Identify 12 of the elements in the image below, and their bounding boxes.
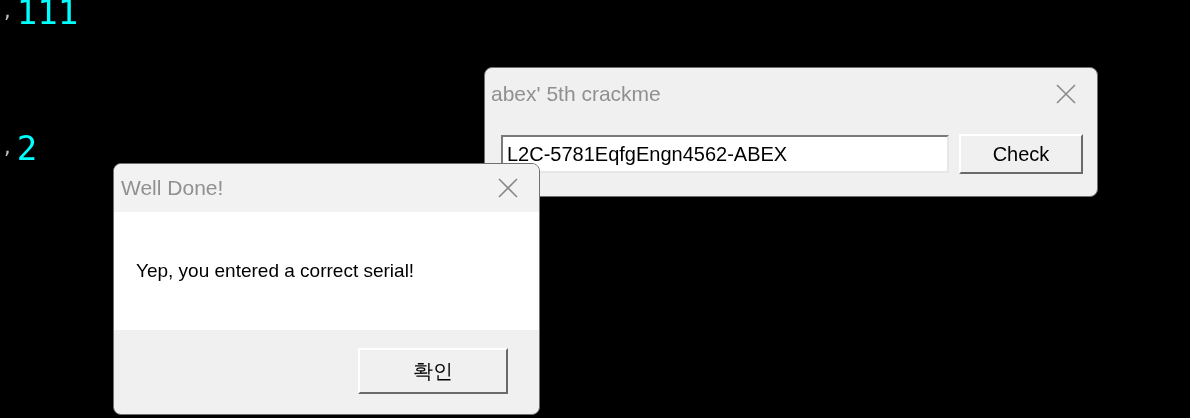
check-button[interactable]: Check <box>959 134 1083 174</box>
console-value: 2 <box>16 130 38 166</box>
console-value: 111 <box>16 0 79 30</box>
close-icon[interactable] <box>497 177 519 199</box>
close-icon[interactable] <box>1055 83 1077 105</box>
message-text: Yep, you entered a correct serial! <box>136 258 415 283</box>
console-separator: , <box>2 136 13 160</box>
serial-field[interactable]: L2C-5781EqfgEngn4562-ABEX <box>501 135 949 173</box>
console-separator: , <box>2 0 13 24</box>
dialog-title: Well Done! <box>121 175 224 202</box>
window-title: abex' 5th crackme <box>491 81 661 108</box>
ok-button[interactable]: 확인 <box>358 348 508 394</box>
